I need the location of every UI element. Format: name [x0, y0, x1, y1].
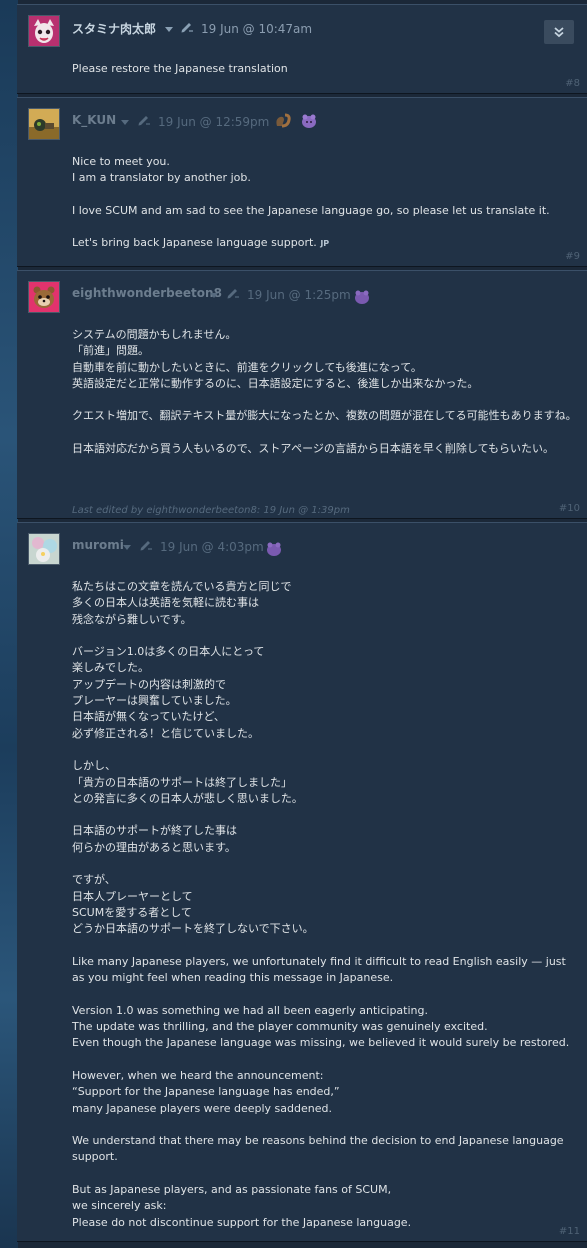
avatar[interactable] [28, 15, 60, 47]
post-paragraph: Version 1.0 was something we had all bee… [72, 1003, 570, 1050]
post-date[interactable]: 19 Jun @ 12:59pm [158, 115, 269, 129]
pencil-icon [181, 23, 193, 33]
author-name[interactable]: K_KUN [72, 113, 116, 127]
avatar[interactable] [28, 108, 60, 140]
page-background [0, 0, 18, 1248]
post-paragraph: ですが、 日本人プレーヤーとして SCUMを愛する者として どうか日本語のサポー… [72, 873, 314, 936]
post-date[interactable]: 19 Jun @ 1:25pm [247, 288, 351, 302]
post-body: 私たちはこの文章を読んでいる貴方と同じで 多くの日本人は英語を気軽に読む事は 残… [72, 579, 577, 1231]
purple-creature-badge-icon[interactable] [264, 539, 284, 559]
post-paragraph: 日本語対応だから買う人もいるので、ストアページの言語から日本語を早く削除してもら… [72, 442, 555, 456]
squirrel-badge-icon[interactable] [272, 111, 292, 131]
edited-date: 19 Jun @ 1:39pm [263, 505, 350, 516]
edited-note: Last edited by eighthwonderbeeton8: 19 J… [72, 505, 350, 516]
post-paragraph: We understand that there may be reasons … [72, 1134, 568, 1164]
post-paragraph: Like many Japanese players, we unfortuna… [72, 954, 570, 985]
post-body: システムの問題かもしれません。 「前進」問題。 自動車を前に動かしたいときに、前… [72, 327, 577, 457]
post-paragraph: クエスト増加で、翻訳テキスト量が膨大になったとか、複数の問題が混在してる可能性も… [72, 409, 577, 423]
dropdown-caret-icon[interactable] [123, 545, 131, 550]
double-chevron-down-icon [554, 27, 564, 38]
post-paragraph: しかし、 「貴方の日本語のサポートは終了しました」 との発言に多くの日本人が悲し… [72, 759, 303, 805]
post-paragraph: 私たちはこの文章を読んでいる貴方と同じで 多くの日本人は英語を気軽に読む事は 残… [72, 580, 292, 626]
forum-post: スタミナ肉太郎 19 Jun @ 10:47am Please restore … [17, 4, 587, 94]
author-name[interactable]: eighthwonderbeeton8 [72, 286, 222, 300]
dropdown-caret-icon[interactable] [121, 120, 129, 125]
forum-post: muromi 19 Jun @ 4:03pm 私たちはこの文章を読んでいる貴方と… [17, 522, 587, 1242]
post-paragraph: I love SCUM and am sad to see the Japane… [72, 203, 550, 217]
post-paragraph-text: Let's bring back Japanese language suppo… [72, 236, 317, 250]
avatar[interactable] [28, 281, 60, 313]
post-number[interactable]: #8 [565, 78, 580, 89]
forum-post: eighthwonderbeeton8 19 Jun @ 1:25pm システム… [17, 270, 587, 519]
author-name[interactable]: muromi [72, 538, 124, 552]
post-paragraph: Nice to meet you. I am a translator by a… [72, 155, 251, 185]
pencil-icon [227, 289, 239, 299]
expand-button[interactable] [544, 20, 574, 44]
purple-creature-badge-icon[interactable] [299, 111, 319, 131]
post-paragraph: バージョン1.0は多くの日本人にとって 楽しみでした。 アップデートの内容は刺激… [72, 645, 265, 740]
post-body: Nice to meet you. I am a translator by a… [72, 154, 577, 253]
author-name[interactable]: スタミナ肉太郎 [72, 20, 156, 37]
post-paragraph: システムの問題かもしれません。 「前進」問題。 自動車を前に動かしたいときに、前… [72, 328, 479, 390]
post-paragraph: However, when we heard the announcement:… [72, 1068, 340, 1115]
edited-label: Last edited by [72, 505, 144, 516]
post-paragraph: But as Japanese players, and as passiona… [72, 1182, 412, 1229]
purple-creature-badge-icon[interactable] [352, 287, 372, 307]
pencil-icon [138, 116, 150, 126]
post-paragraph: 日本語のサポートが終了した事は 何らかの理由があると思います。 [72, 824, 237, 854]
post-number[interactable]: #9 [565, 251, 580, 262]
pencil-icon [140, 541, 152, 551]
post-number[interactable]: #11 [559, 1226, 580, 1237]
post-paragraph: Please restore the Japanese translation [72, 62, 288, 75]
post-number[interactable]: #10 [559, 503, 580, 514]
avatar[interactable] [28, 533, 60, 565]
dropdown-caret-icon[interactable] [165, 27, 173, 32]
language-tag: JP [320, 239, 330, 249]
forum-post: K_KUN 19 Jun @ 12:59pm Nice to meet you.… [17, 97, 587, 267]
dropdown-caret-icon[interactable] [210, 293, 218, 298]
post-paragraph: Let's bring back Japanese language suppo… [72, 235, 577, 252]
post-date[interactable]: 19 Jun @ 10:47am [201, 22, 312, 36]
post-body: Please restore the Japanese translation [72, 61, 577, 77]
post-date[interactable]: 19 Jun @ 4:03pm [160, 540, 264, 554]
edited-by: eighthwonderbeeton8 [146, 505, 257, 516]
